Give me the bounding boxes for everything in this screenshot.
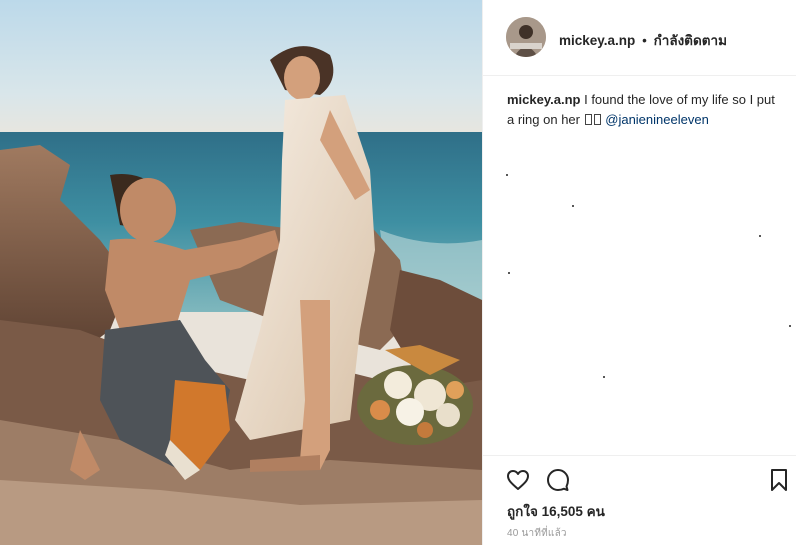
- speck: [789, 325, 791, 327]
- separator-dot: •: [642, 33, 647, 48]
- post-actions: ถูกใจ 16,505 คน 40 นาทีที่แล้ว: [483, 455, 796, 545]
- post-caption: mickey.a.np I found the love of my life …: [507, 90, 777, 130]
- like-count[interactable]: ถูกใจ 16,505 คน: [507, 500, 605, 522]
- caption-username-link[interactable]: mickey.a.np: [507, 92, 580, 107]
- speck: [508, 272, 510, 274]
- emoji-placeholder-icon: [584, 114, 592, 125]
- header-text: mickey.a.np • กำลังติดตาม: [559, 29, 727, 51]
- bouquet: [357, 345, 473, 445]
- post-photo[interactable]: [0, 0, 482, 545]
- post-details-panel: mickey.a.np • กำลังติดตาม mickey.a.np I …: [482, 0, 796, 545]
- following-button[interactable]: กำลังติดตาม: [654, 33, 727, 48]
- bookmark-icon[interactable]: [769, 468, 789, 497]
- speck: [603, 376, 605, 378]
- post-timestamp[interactable]: 40 นาทีที่แล้ว: [507, 526, 567, 541]
- avatar[interactable]: [506, 17, 546, 57]
- mention-link[interactable]: @janienineeleven: [605, 112, 709, 127]
- comment-icon[interactable]: [546, 468, 570, 497]
- heart-icon[interactable]: [506, 468, 530, 497]
- emoji-placeholder-icon: [593, 114, 601, 125]
- avatar-image: [506, 17, 546, 57]
- proposal-photo: [0, 0, 482, 545]
- post-header: mickey.a.np • กำลังติดตาม: [483, 0, 796, 76]
- username-link[interactable]: mickey.a.np: [559, 33, 635, 48]
- speck: [759, 235, 761, 237]
- speck: [572, 205, 574, 207]
- speck: [506, 174, 508, 176]
